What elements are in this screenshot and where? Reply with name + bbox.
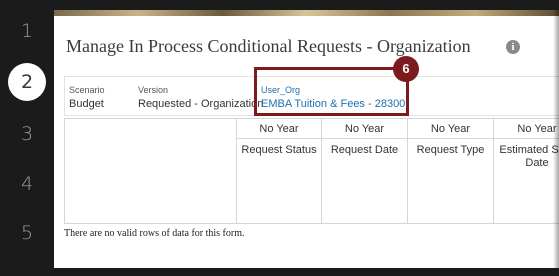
pov-scenario-label: Scenario bbox=[69, 85, 105, 95]
page-title: Manage In Process Conditional Requests -… bbox=[66, 36, 471, 56]
data-grid: No Year Request Status No Year Request D… bbox=[64, 118, 559, 224]
empty-message: There are no valid rows of data for this… bbox=[64, 228, 245, 239]
column-header: No Year bbox=[322, 119, 407, 139]
callout-highlight-box bbox=[254, 67, 409, 116]
grid-column-request-date: No Year Request Date bbox=[322, 119, 408, 223]
step-1[interactable]: 1 bbox=[0, 20, 54, 42]
column-subheader: Request Status bbox=[241, 144, 317, 156]
grid-column-request-status: No Year Request Status bbox=[237, 119, 322, 223]
step-4[interactable]: 4 bbox=[0, 173, 54, 195]
grid-column-estimated-start-date: No Year Estimated Start Date bbox=[494, 119, 559, 223]
step-5[interactable]: 5 bbox=[0, 222, 54, 244]
column-subheader: Request Date bbox=[330, 144, 399, 156]
step-rail: 1 2 3 4 5 bbox=[0, 0, 54, 276]
step-2-active[interactable]: 2 bbox=[8, 63, 46, 101]
column-header: No Year bbox=[408, 119, 493, 139]
column-header: No Year bbox=[237, 119, 321, 139]
pov-version-label: Version bbox=[138, 85, 169, 95]
step-3[interactable]: 3 bbox=[0, 123, 54, 145]
info-icon[interactable]: i bbox=[506, 40, 520, 54]
grid-column-request-type: No Year Request Type bbox=[408, 119, 494, 223]
callout-badge: 6 bbox=[393, 56, 419, 82]
column-header: No Year bbox=[494, 119, 559, 139]
form-panel: Manage In Process Conditional Requests -… bbox=[54, 10, 559, 268]
pov-version-value[interactable]: Requested - Organization bbox=[138, 98, 263, 110]
panel-edge-shadow bbox=[553, 10, 559, 268]
grid-corner bbox=[65, 119, 237, 223]
pov-scenario-value[interactable]: Budget bbox=[69, 98, 104, 110]
column-subheader: Request Type bbox=[416, 144, 485, 156]
header-image-strip bbox=[54, 10, 559, 16]
column-subheader: Estimated Start Date bbox=[499, 144, 559, 169]
